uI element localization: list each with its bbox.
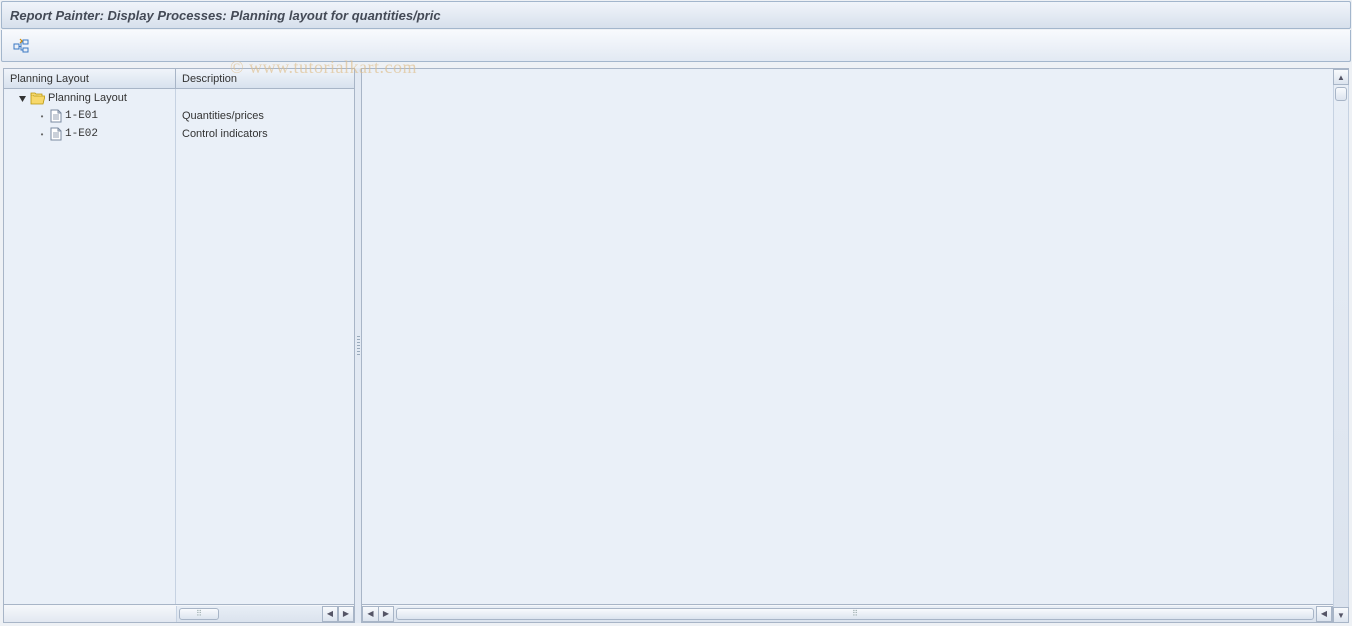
tree-panel: Planning Layout Description Planning Lay… <box>3 68 355 623</box>
tree-header: Planning Layout Description <box>4 69 354 89</box>
scroll-track[interactable] <box>176 606 322 622</box>
leaf-bullet-icon: • <box>38 130 46 139</box>
tree-item-code: 1-E02 <box>65 128 98 140</box>
scroll-right-button[interactable]: ▶ <box>338 606 354 622</box>
document-icon <box>49 127 62 141</box>
tree-item-desc: Quantities/prices <box>176 110 354 122</box>
tree-item-code: 1-E01 <box>65 110 98 122</box>
document-icon <box>49 109 62 123</box>
scroll-track[interactable] <box>1333 85 1349 607</box>
scroll-down-button[interactable]: ▼ <box>1333 607 1349 623</box>
toolbar <box>1 30 1351 62</box>
scroll-up-button[interactable]: ▲ <box>1333 69 1349 85</box>
scroll-track[interactable] <box>394 606 1316 622</box>
scroll-thumb[interactable] <box>179 608 219 620</box>
scroll-left-button[interactable]: ◀ <box>322 606 338 622</box>
leaf-bullet-icon: • <box>38 112 46 121</box>
splitter-grip-icon <box>357 336 360 356</box>
tree-body: Planning Layout • 1-E01 Qua <box>4 89 354 604</box>
tree-header-description[interactable]: Description <box>176 69 354 88</box>
hierarchy-expand-icon <box>13 38 29 54</box>
expand-button[interactable] <box>10 35 32 57</box>
tree-item-row[interactable]: • 1-E02 Control indicators <box>4 125 354 143</box>
content-panel: ◀ ▶ ◀ ▶ <box>361 68 1349 623</box>
folder-open-icon <box>30 92 45 105</box>
tree-h-scrollbar: ◀ ▶ <box>4 604 354 622</box>
content-h-scrollbar: ◀ ▶ ◀ ▶ <box>362 604 1348 622</box>
scroll-left-button[interactable]: ◀ <box>1316 606 1332 622</box>
scroll-thumb[interactable] <box>396 608 1314 620</box>
workspace: Planning Layout Description Planning Lay… <box>3 68 1349 623</box>
scroll-right-button[interactable]: ▶ <box>378 606 394 622</box>
content-body <box>362 69 1348 604</box>
column-divider[interactable] <box>175 89 176 604</box>
tree-header-layout[interactable]: Planning Layout <box>4 69 176 88</box>
tree-root-row[interactable]: Planning Layout <box>4 89 354 107</box>
tree-item-desc: Control indicators <box>176 128 354 140</box>
title-bar: Report Painter: Display Processes: Plann… <box>1 1 1351 29</box>
collapse-triangle-icon[interactable] <box>18 94 27 103</box>
tree-item-row[interactable]: • 1-E01 Quantities/prices <box>4 107 354 125</box>
scroll-thumb[interactable] <box>1335 87 1347 101</box>
scroll-left-button[interactable]: ◀ <box>362 606 378 622</box>
page-title: Report Painter: Display Processes: Plann… <box>10 8 441 23</box>
tree-root-label: Planning Layout <box>48 92 127 104</box>
window-v-scrollbar: ▲ ▼ <box>1333 69 1349 623</box>
